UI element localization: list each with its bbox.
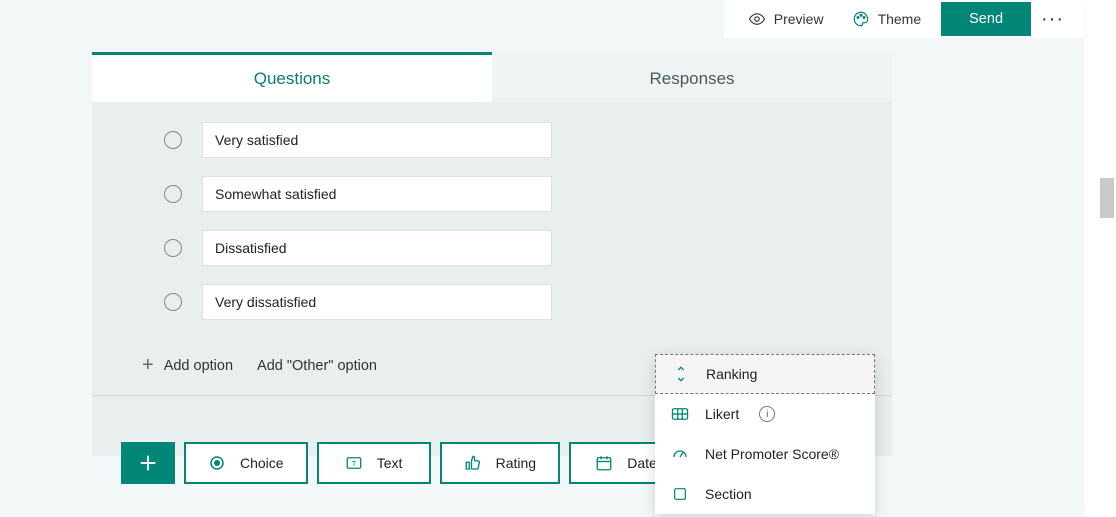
send-button[interactable]: Send [941, 2, 1031, 36]
tab-responses[interactable]: Responses [492, 52, 892, 102]
gauge-icon [671, 445, 689, 463]
plus-icon: + [142, 354, 154, 377]
option-input[interactable]: Very dissatisfied [202, 284, 552, 320]
type-choice-button[interactable]: Choice [184, 442, 308, 484]
option-list: Very satisfied Somewhat satisfied Dissat… [116, 102, 868, 320]
option-text: Somewhat satisfied [215, 186, 336, 202]
menu-nps[interactable]: Net Promoter Score® [655, 434, 875, 474]
palette-icon [852, 10, 870, 28]
app-window: Preview Theme Send ··· Questions Respons… [0, 0, 1084, 517]
menu-ranking[interactable]: Ranking [655, 354, 875, 394]
editor-tabs: Questions Responses [92, 52, 892, 102]
menu-section[interactable]: Section [655, 474, 875, 514]
vertical-scrollbar[interactable] [1100, 100, 1114, 400]
ellipsis-icon: ··· [1041, 8, 1064, 31]
calendar-icon [595, 454, 613, 472]
top-bar: Preview Theme Send ··· [724, 0, 1084, 38]
add-option-label: Add option [164, 358, 233, 374]
question-type-menu: Ranking Likert i Net Promoter Score® Sec… [655, 354, 875, 514]
theme-button[interactable]: Theme [838, 2, 936, 36]
tab-questions-label: Questions [254, 69, 331, 89]
ranking-icon [672, 366, 690, 382]
add-question-button[interactable] [121, 442, 175, 484]
radio-selected-icon [208, 454, 226, 472]
info-icon[interactable]: i [759, 406, 775, 422]
thumbs-up-icon [464, 454, 482, 472]
menu-ranking-label: Ranking [706, 366, 757, 382]
option-input[interactable]: Somewhat satisfied [202, 176, 552, 212]
add-option-button[interactable]: + Add option [142, 354, 233, 377]
add-question-bar: Choice T Text Rating Date [121, 442, 683, 484]
likert-icon [671, 407, 689, 421]
option-row: Very satisfied [116, 122, 868, 158]
scroll-thumb[interactable] [1100, 178, 1114, 218]
radio-icon[interactable] [164, 131, 182, 149]
option-row: Dissatisfied [116, 230, 868, 266]
menu-likert[interactable]: Likert i [655, 394, 875, 434]
option-row: Very dissatisfied [116, 284, 868, 320]
theme-label: Theme [878, 11, 922, 27]
type-text-button[interactable]: T Text [317, 442, 431, 484]
option-text: Very satisfied [215, 132, 298, 148]
radio-icon[interactable] [164, 239, 182, 257]
option-row: Somewhat satisfied [116, 176, 868, 212]
preview-label: Preview [774, 11, 824, 27]
type-date-label: Date [627, 455, 657, 471]
option-input[interactable]: Dissatisfied [202, 230, 552, 266]
text-icon: T [345, 454, 363, 472]
option-text: Very dissatisfied [215, 294, 316, 310]
tab-questions[interactable]: Questions [92, 52, 492, 102]
tab-responses-label: Responses [649, 69, 734, 89]
more-button[interactable]: ··· [1031, 2, 1074, 36]
radio-icon[interactable] [164, 293, 182, 311]
eye-icon [748, 10, 766, 28]
option-text: Dissatisfied [215, 240, 287, 256]
menu-likert-label: Likert [705, 406, 739, 422]
add-other-button[interactable]: Add "Other" option [257, 358, 377, 374]
preview-button[interactable]: Preview [734, 2, 838, 36]
menu-section-label: Section [705, 486, 752, 502]
menu-nps-label: Net Promoter Score® [705, 446, 839, 462]
type-text-label: Text [377, 455, 403, 471]
option-input[interactable]: Very satisfied [202, 122, 552, 158]
send-label: Send [969, 11, 1003, 27]
svg-text:T: T [351, 459, 356, 468]
type-choice-label: Choice [240, 455, 284, 471]
add-other-label: Add "Other" option [257, 358, 377, 374]
type-rating-label: Rating [496, 455, 536, 471]
radio-icon[interactable] [164, 185, 182, 203]
section-icon [671, 486, 689, 502]
type-rating-button[interactable]: Rating [440, 442, 560, 484]
